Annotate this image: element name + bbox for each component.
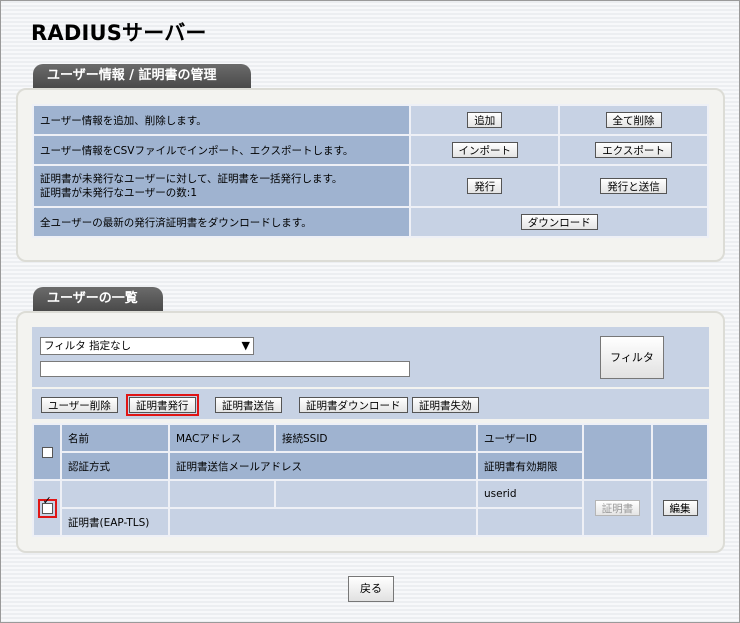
table-header-row: 名前 MACアドレス 接続SSID ユーザーID [32,423,709,481]
management-table: ユーザー情報を追加、削除します。 追加 全て削除 ユーザー情報をCSVファイルで… [31,104,709,238]
management-row-csv: ユーザー情報をCSVファイルでインポート、エクスポートします。 インポート エク… [31,134,709,166]
revoke-certificate-button[interactable]: 証明書失効 [412,397,479,413]
export-button[interactable]: エクスポート [595,142,672,158]
cell-ssid [274,479,478,509]
filter-area: フィルタ 指定なし ▼ フィルタ [32,327,709,387]
management-row-download: 全ユーザーの最新の発行済証明書をダウンロードします。 ダウンロード [31,206,709,238]
back-button[interactable]: 戻る [348,576,394,602]
filter-button[interactable]: フィルタ [600,336,664,379]
row-description: ユーザー情報をCSVファイルでインポート、エクスポートします。 [31,134,412,166]
page-title: RADIUSサーバー [31,21,207,45]
row-description: ユーザー情報を追加、削除します。 [31,104,412,136]
download-all-button[interactable]: ダウンロード [520,214,598,230]
header-email: 証明書送信メールアドレス [168,451,478,481]
cell-auth-method: 証明書(EAP-TLS) [60,507,170,537]
import-button[interactable]: インポート [451,142,518,158]
cell-email [168,507,478,537]
user-list-section-title: ユーザーの一覧 [33,287,163,311]
row-checkbox[interactable] [41,502,53,514]
table-row: userid 証明書 編集 [32,479,709,537]
edit-button[interactable]: 編集 [662,500,698,516]
row-description-line1: 証明書が未発行なユーザーに対して、証明書を一括発行します。 [40,173,343,185]
issue-button[interactable]: 発行 [467,178,503,194]
management-section-title: ユーザー情報 / 証明書の管理 [33,64,251,88]
certificate-button[interactable]: 証明書 [594,500,641,516]
cell-name [60,479,170,509]
chevron-down-icon: ▼ [241,339,250,352]
add-button[interactable]: 追加 [467,112,503,128]
row-description: 全ユーザーの最新の発行済証明書をダウンロードします。 [31,206,412,238]
row-description-line2: 証明書が未発行なユーザーの数:1 [40,187,198,199]
send-certificate-button[interactable]: 証明書送信 [215,397,282,413]
header-auth-method: 認証方式 [60,451,170,481]
cell-mac [168,479,276,509]
issue-and-send-button[interactable]: 発行と送信 [600,178,667,194]
cell-user-id: userid [476,479,584,509]
header-mac: MACアドレス [168,423,276,453]
header-name: 名前 [60,423,170,453]
header-expiry: 証明書有効期限 [476,451,584,481]
user-list-panel: フィルタ 指定なし ▼ フィルタ ユーザー削除 証明書発行 証明書送信 証明書ダ… [16,311,725,553]
header-ssid: 接続SSID [274,423,478,453]
user-toolbar: ユーザー削除 証明書発行 証明書送信 証明書ダウンロード 証明書失効 [32,389,709,419]
management-panel: ユーザー情報を追加、削除します。 追加 全て削除 ユーザー情報をCSVファイルで… [16,88,725,262]
filter-select-value: フィルタ 指定なし [44,340,132,352]
issue-certificate-button[interactable]: 証明書発行 [126,394,199,416]
management-row-issue: 証明書が未発行なユーザーに対して、証明書を一括発行します。 証明書が未発行なユー… [31,164,709,208]
select-all-checkbox[interactable] [41,446,53,458]
filter-text-input[interactable] [40,361,410,377]
management-row-add: ユーザー情報を追加、削除します。 追加 全て削除 [31,104,709,136]
filter-select[interactable]: フィルタ 指定なし ▼ [40,337,254,355]
delete-user-button[interactable]: ユーザー削除 [41,397,118,413]
download-certificate-button[interactable]: 証明書ダウンロード [299,397,408,413]
header-user-id: ユーザーID [476,423,584,453]
delete-all-button[interactable]: 全て削除 [605,112,662,128]
user-table: 名前 MACアドレス 接続SSID ユーザーID 認証方式 証明書送信メールアド… [32,423,709,537]
cell-expiry [476,507,584,537]
